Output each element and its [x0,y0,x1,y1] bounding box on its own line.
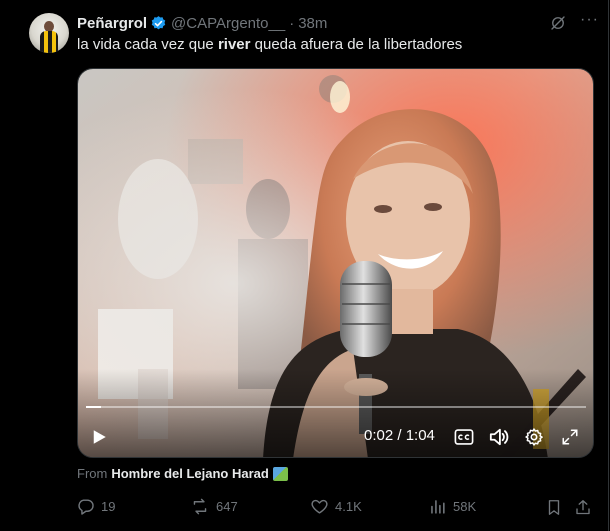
video-controls: 0:02 / 1:04 [78,419,593,455]
like-button[interactable]: 4.1K [310,497,362,516]
tweet-header: Peñargrol @CAPArgento__ · 38m [77,12,327,34]
closed-captions-icon[interactable] [454,428,474,446]
tweet-text-part: queda afuera de la libertadores [250,36,463,53]
repost-count: 647 [216,499,238,514]
tweet-text-part: la vida cada vez que [77,36,218,53]
grok-icon[interactable] [549,14,567,32]
avatar[interactable] [29,13,69,53]
tweet-actions: 19 647 4.1K 58K [76,497,596,519]
video-frame [78,69,593,457]
reply-count: 19 [101,499,116,514]
verified-badge-icon [151,15,166,29]
like-count: 4.1K [335,499,362,514]
display-name[interactable]: Peñargrol [77,15,147,32]
views-button[interactable]: 58K [428,497,476,516]
tweet-text: la vida cada vez que river queda afuera … [77,35,462,55]
video-player[interactable]: 0:02 / 1:04 [77,68,594,458]
avatar-shirt [40,31,58,53]
tweet-card[interactable]: Peñargrol @CAPArgento__ · 38m ··· la vid… [0,0,609,531]
play-icon[interactable] [90,428,108,446]
video-attribution: From Hombre del Lejano Harad [77,466,288,481]
repost-button[interactable]: 647 [190,497,238,516]
reply-button[interactable]: 19 [76,497,115,516]
video-time: 0:02 / 1:04 [364,427,435,444]
video-progress-bar[interactable] [86,406,586,408]
handle[interactable]: @CAPArgento__ [171,15,285,32]
timestamp[interactable]: 38m [298,15,327,32]
reply-icon [78,499,94,515]
fullscreen-icon[interactable] [561,428,579,446]
settings-gear-icon[interactable] [524,427,544,447]
from-label: From [77,466,108,481]
map-emoji-icon [272,466,288,481]
more-options-button[interactable]: ··· [580,11,599,29]
tweet-text-bold: river [217,36,251,53]
video-progress-fill [86,406,101,408]
header-separator: · [289,14,295,32]
views-count: 58K [453,499,477,514]
share-icon[interactable] [574,498,592,517]
repost-icon [193,498,207,515]
views-chart-icon [431,500,445,514]
volume-icon[interactable] [488,427,510,447]
source-account-link[interactable]: Hombre del Lejano Harad [111,466,268,481]
heart-icon [311,499,328,514]
bookmark-icon[interactable] [545,498,563,517]
